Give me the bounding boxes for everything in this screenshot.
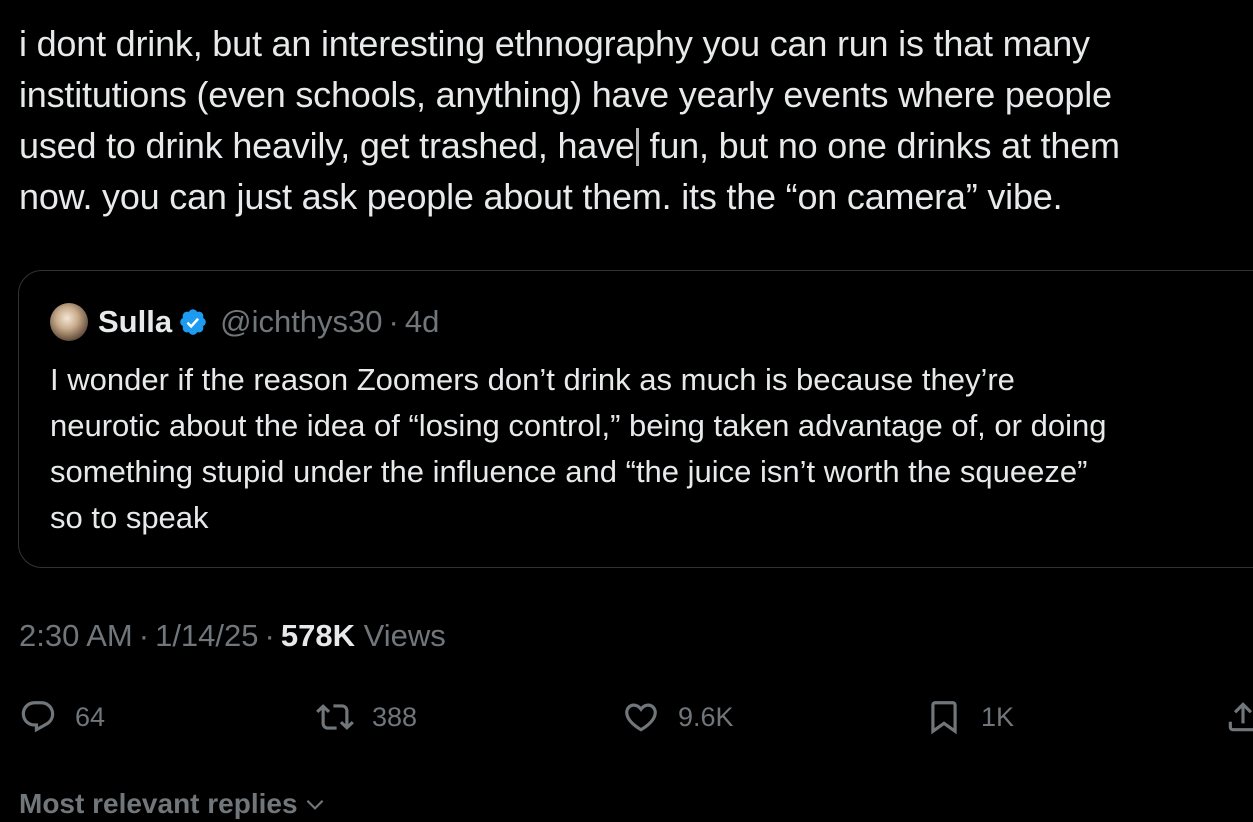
separator-dot: · bbox=[138, 618, 150, 653]
reply-icon bbox=[21, 701, 55, 733]
verified-badge-icon bbox=[180, 309, 206, 335]
share-button[interactable] bbox=[1224, 697, 1253, 737]
text-cursor bbox=[635, 128, 639, 166]
tweet-text-line: institutions (even schools, anything) ha… bbox=[19, 74, 1112, 115]
quoted-tweet-time[interactable]: 4d bbox=[405, 304, 439, 340]
tweet-text-segment: used to drink heavily, get trashed, have bbox=[19, 125, 635, 166]
tweet-text-line: i dont drink, but an interesting ethnogr… bbox=[19, 23, 1090, 64]
separator-dot: · bbox=[264, 618, 275, 653]
tweet-time[interactable]: 2:30 AM bbox=[19, 618, 133, 653]
quoted-text-line: I wonder if the reason Zoomers don’t dri… bbox=[50, 362, 1015, 397]
quoted-author-name[interactable]: Sulla bbox=[98, 304, 172, 340]
tweet-text-line: now. you can just ask people about them.… bbox=[19, 176, 1063, 217]
share-icon bbox=[1228, 702, 1253, 732]
tweet-meta: 2:30 AM · 1/14/25 · 578K Views bbox=[19, 618, 446, 654]
quoted-text-line: neurotic about the idea of “losing contr… bbox=[50, 408, 1107, 443]
chevron-down-icon bbox=[306, 799, 323, 810]
like-button[interactable]: 9.6K bbox=[622, 697, 734, 737]
views-label: Views bbox=[363, 618, 446, 653]
views-count: 578K bbox=[280, 618, 355, 653]
tweet-text-line: used to drink heavily, get trashed, have… bbox=[19, 120, 1239, 171]
repost-count: 388 bbox=[372, 701, 418, 732]
like-count: 9.6K bbox=[678, 701, 734, 732]
bookmark-count: 1K bbox=[981, 701, 1015, 732]
repost-button[interactable]: 388 bbox=[316, 697, 417, 737]
tweet-text-segment: fun, but no one drinks at them bbox=[639, 125, 1121, 166]
quoted-text-line: so to speak bbox=[50, 500, 209, 535]
bookmark-button[interactable]: 1K bbox=[925, 697, 1014, 737]
replies-sort-label: Most relevant replies bbox=[19, 788, 298, 819]
reply-count: 64 bbox=[75, 701, 106, 732]
avatar[interactable] bbox=[50, 303, 88, 341]
quoted-tweet-text: I wonder if the reason Zoomers don’t dri… bbox=[50, 357, 1253, 541]
replies-sort-dropdown[interactable]: Most relevant replies bbox=[19, 788, 328, 820]
reply-button[interactable]: 64 bbox=[19, 697, 105, 737]
heart-icon bbox=[625, 703, 657, 732]
repost-icon bbox=[316, 704, 354, 730]
quoted-author-handle[interactable]: @ichthys30 bbox=[220, 304, 382, 340]
quoted-tweet-card[interactable]: Sulla @ichthys30 · 4d I wonder if the re… bbox=[18, 270, 1253, 568]
separator-dot: · bbox=[388, 304, 399, 339]
tweet-body: i dont drink, but an interesting ethnogr… bbox=[19, 18, 1239, 222]
quoted-text-line: something stupid under the influence and… bbox=[50, 454, 1088, 489]
tweet-date[interactable]: 1/14/25 bbox=[155, 618, 258, 653]
bookmark-icon bbox=[931, 701, 957, 735]
quoted-tweet-header: Sulla @ichthys30 · 4d bbox=[50, 301, 439, 343]
